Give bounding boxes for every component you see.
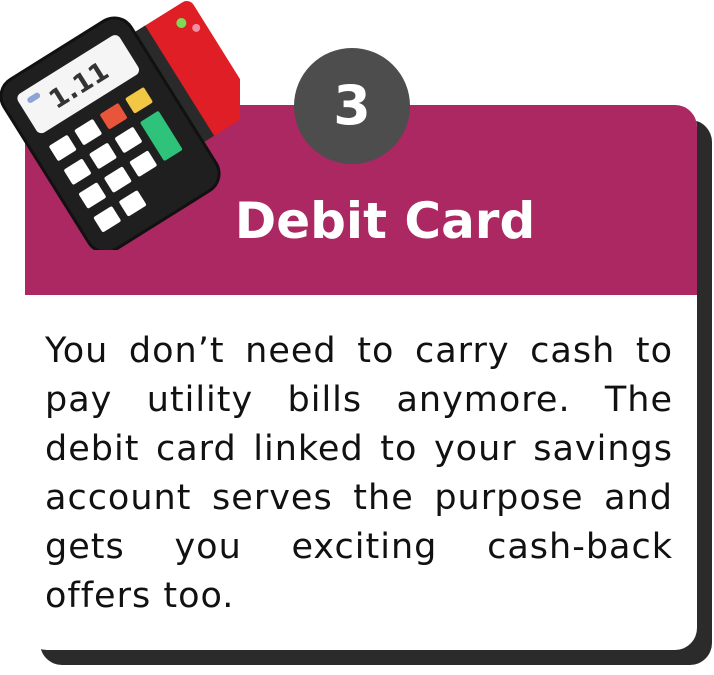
card-terminal-icon: 1.11 (0, 1, 240, 250)
card-title: Debit Card (234, 192, 536, 250)
step-number-badge: 3 (294, 48, 410, 164)
card-description: You don’t need to carry cash to pay util… (45, 331, 673, 616)
